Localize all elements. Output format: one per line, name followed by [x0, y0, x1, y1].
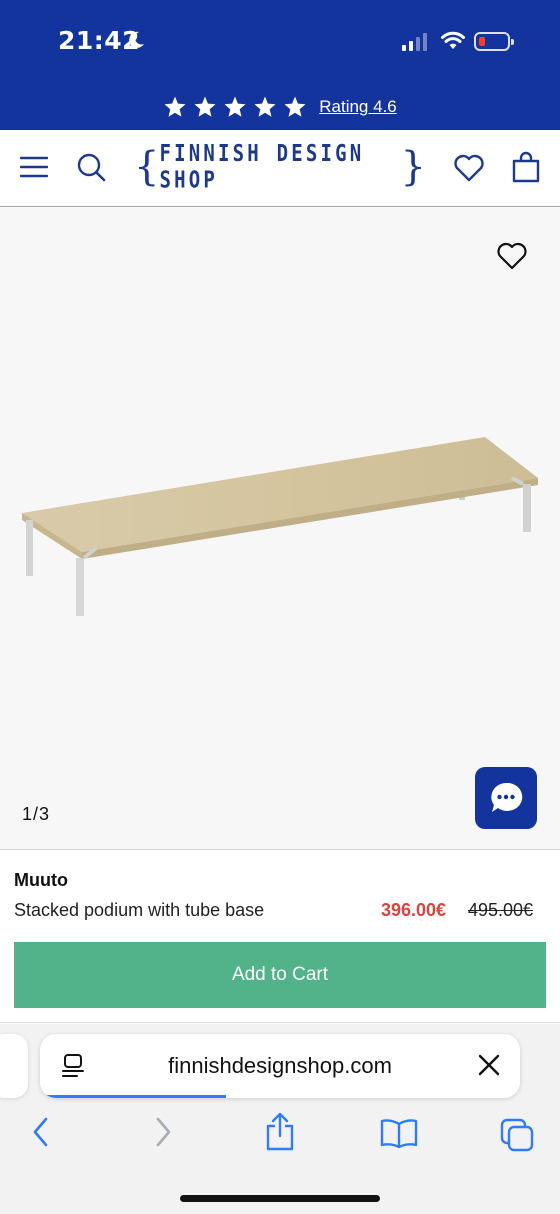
rating-stars [163, 95, 307, 119]
bookmarks-icon[interactable] [380, 1118, 418, 1148]
search-icon[interactable] [76, 152, 106, 182]
heart-icon[interactable] [453, 154, 485, 182]
wifi-icon [441, 31, 465, 49]
site-logo[interactable]: { FINNISH DESIGN SHOP } [134, 141, 426, 194]
forward-icon[interactable] [152, 1116, 174, 1148]
star-icon [164, 96, 186, 117]
home-indicator [180, 1195, 380, 1202]
page-load-progress [46, 1095, 226, 1098]
share-icon[interactable] [264, 1112, 296, 1152]
rating-link[interactable]: Rating 4.6 [319, 97, 397, 117]
star-icon [224, 96, 246, 117]
product-brand[interactable]: Muuto [14, 870, 68, 891]
url-text: finnishdesignshop.com [168, 1053, 392, 1078]
star-icon [194, 96, 216, 117]
chat-button[interactable] [475, 767, 537, 829]
star-icon [254, 96, 276, 117]
product-name: Stacked podium with tube base [14, 900, 265, 920]
original-price: 495.00€ [468, 900, 534, 920]
star-icon [284, 96, 306, 117]
status-bar: 21:42 [0, 0, 560, 84]
rating-bar: Rating 4.6 [0, 84, 560, 130]
battery-low-icon [474, 32, 514, 51]
product-info: Muuto Stacked podium with tube base 396.… [0, 851, 560, 1023]
previous-tab-preview[interactable] [0, 1034, 28, 1098]
product-image [22, 437, 538, 616]
product-gallery[interactable]: 1/3 [0, 208, 560, 850]
moon-icon [129, 31, 144, 48]
tabs-icon[interactable] [500, 1118, 534, 1152]
site-header: { FINNISH DESIGN SHOP } [0, 130, 560, 207]
address-bar[interactable]: finnishdesignshop.com [40, 1034, 520, 1098]
browser-bottom-bar: finnishdesignshop.com [0, 1024, 560, 1214]
image-counter: 1/3 [22, 804, 51, 824]
shopping-bag-icon[interactable] [512, 151, 540, 183]
chat-bubble-icon [491, 782, 523, 812]
logo-right-brace: } [400, 144, 426, 190]
cellular-signal-icon [402, 33, 427, 51]
back-icon[interactable] [30, 1116, 52, 1148]
logo-left-brace: { [134, 144, 160, 190]
menu-icon[interactable] [20, 155, 48, 179]
sale-price: 396.00€ [381, 900, 447, 920]
close-icon[interactable] [478, 1054, 500, 1076]
add-to-cart-button[interactable]: Add to Cart [14, 942, 546, 1008]
logo-text: FINNISH DESIGN SHOP [159, 140, 365, 194]
